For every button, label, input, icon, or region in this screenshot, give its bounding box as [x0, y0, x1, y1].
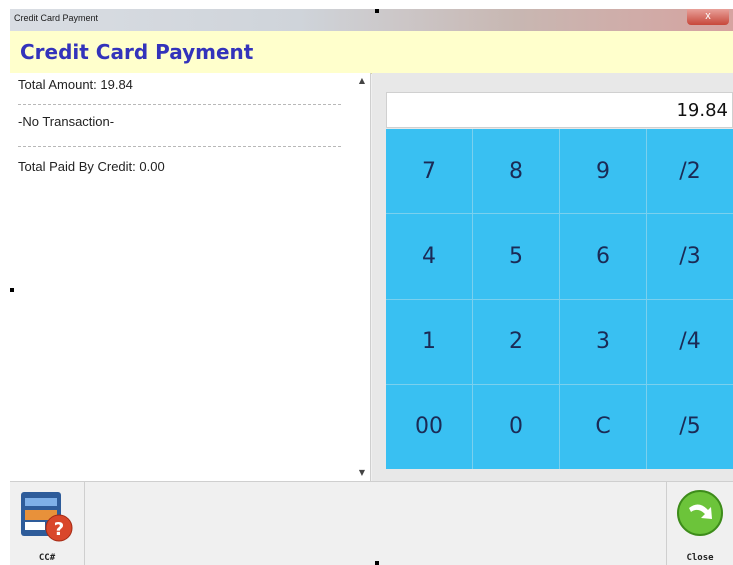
close-button[interactable]: Close — [666, 482, 733, 565]
scroll-up-icon[interactable]: ▲ — [354, 73, 370, 89]
amount-display-value: 19.84 — [676, 100, 728, 121]
window-close-button[interactable]: x — [687, 9, 729, 25]
key-split-4[interactable]: /4 — [647, 299, 733, 384]
total-paid-text: Total Paid By Credit: 0.00 — [18, 159, 165, 174]
key-0[interactable]: 0 — [473, 384, 559, 469]
svg-text:?: ? — [54, 519, 64, 540]
payment-summary-panel[interactable]: Total Amount: 19.84 -No Transaction- Tot… — [10, 73, 371, 481]
close-icon: x — [705, 10, 711, 22]
key-2[interactable]: 2 — [473, 299, 559, 384]
key-split-5[interactable]: /5 — [647, 384, 733, 469]
transaction-status-text: -No Transaction- — [18, 114, 115, 129]
amount-display[interactable]: 19.84 — [386, 92, 733, 128]
key-6[interactable]: 6 — [560, 214, 646, 299]
green-arrow-icon — [677, 490, 723, 536]
key-clear[interactable]: C — [560, 384, 646, 469]
divider — [18, 104, 341, 105]
cc-number-label: CC# — [38, 553, 56, 563]
close-label: Close — [686, 553, 714, 563]
cc-number-button[interactable]: ? CC# — [10, 482, 85, 565]
total-amount-text: Total Amount: 19.84 — [18, 77, 133, 92]
key-00[interactable]: 00 — [386, 384, 472, 469]
key-7[interactable]: 7 — [386, 129, 472, 214]
scroll-down-icon[interactable]: ▼ — [354, 465, 370, 481]
resize-marker — [375, 9, 379, 13]
credit-card-payment-window: Credit Card Payment x Credit Card Paymen… — [10, 9, 733, 565]
keypad-panel: 19.84 7 8 9 /2 4 5 6 /3 1 2 3 /4 00 0 C … — [372, 73, 733, 481]
summary-scrollbar[interactable]: ▲ ▼ — [354, 73, 370, 481]
key-split-3[interactable]: /3 — [647, 214, 733, 299]
page-title: Credit Card Payment — [20, 40, 254, 64]
key-4[interactable]: 4 — [386, 214, 472, 299]
credit-card-help-icon: ? — [21, 492, 73, 542]
key-9[interactable]: 9 — [560, 129, 646, 214]
bottom-toolbar: ? CC# Close — [10, 481, 733, 565]
divider — [18, 146, 341, 147]
key-3[interactable]: 3 — [560, 299, 646, 384]
key-5[interactable]: 5 — [473, 214, 559, 299]
key-1[interactable]: 1 — [386, 299, 472, 384]
key-split-2[interactable]: /2 — [647, 129, 733, 214]
window-title: Credit Card Payment — [14, 13, 99, 23]
resize-marker — [10, 288, 14, 292]
page-header: Credit Card Payment — [10, 31, 733, 74]
resize-marker — [375, 561, 379, 565]
title-bar: Credit Card Payment x — [10, 9, 733, 31]
key-8[interactable]: 8 — [473, 129, 559, 214]
keypad-grid: 7 8 9 /2 4 5 6 /3 1 2 3 /4 00 0 C /5 — [386, 129, 733, 469]
